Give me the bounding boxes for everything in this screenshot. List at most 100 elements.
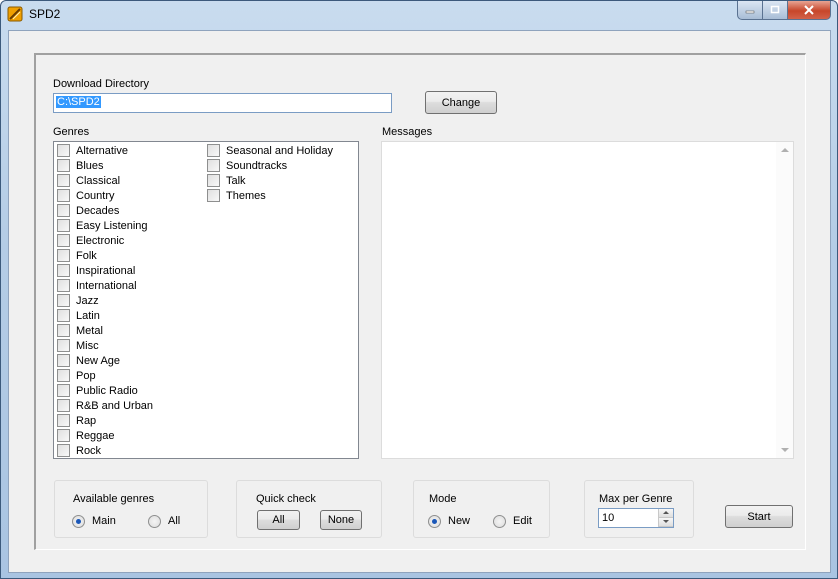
checkbox[interactable]: [57, 339, 70, 352]
checkbox[interactable]: [57, 219, 70, 232]
radio-new[interactable]: [428, 515, 441, 528]
messages-label: Messages: [382, 126, 433, 138]
checkbox[interactable]: [57, 369, 70, 382]
genre-checkbox-item[interactable]: Latin: [57, 308, 100, 323]
start-button[interactable]: Start: [725, 505, 793, 528]
genre-label: R&B and Urban: [76, 399, 154, 412]
genre-checkbox-item[interactable]: Pop: [57, 368, 96, 383]
genre-checkbox-item[interactable]: Talk: [207, 173, 246, 188]
close-button[interactable]: [788, 1, 831, 20]
checkbox[interactable]: [57, 234, 70, 247]
genre-checkbox-item[interactable]: Inspirational: [57, 263, 135, 278]
stepper-up-button[interactable]: [659, 509, 673, 518]
genre-label: Classical: [76, 174, 121, 187]
app-window: SPD2 Download Directory C:\SPD2 Change G…: [0, 0, 838, 579]
checkbox[interactable]: [57, 249, 70, 262]
genre-label: Talk: [226, 174, 246, 187]
checkbox[interactable]: [207, 159, 220, 172]
checkbox[interactable]: [57, 264, 70, 277]
checkbox[interactable]: [57, 294, 70, 307]
mode-label: Mode: [429, 493, 457, 505]
genre-checkbox-item[interactable]: Electronic: [57, 233, 124, 248]
genre-checkbox-item[interactable]: Metal: [57, 323, 103, 338]
title-bar[interactable]: SPD2: [1, 1, 837, 27]
genre-label: Latin: [76, 309, 100, 322]
max-per-genre-label: Max per Genre: [599, 493, 673, 505]
genre-label: Seasonal and Holiday: [226, 144, 334, 157]
radio-all-label: All: [168, 515, 181, 527]
checkbox[interactable]: [57, 399, 70, 412]
checkbox[interactable]: [57, 429, 70, 442]
download-directory-input[interactable]: C:\SPD2: [53, 93, 392, 113]
genre-checkbox-item[interactable]: International: [57, 278, 137, 293]
genre-label: Easy Listening: [76, 219, 148, 232]
genre-checkbox-item[interactable]: New Age: [57, 353, 120, 368]
checkbox[interactable]: [57, 174, 70, 187]
genre-label: Folk: [76, 249, 97, 262]
genre-checkbox-item[interactable]: Blues: [57, 158, 104, 173]
genre-label: Rock: [76, 444, 102, 457]
genre-checkbox-item[interactable]: Themes: [207, 188, 266, 203]
scroll-down-icon[interactable]: [781, 448, 789, 452]
genre-checkbox-item[interactable]: Country: [57, 188, 115, 203]
scroll-up-icon[interactable]: [781, 148, 789, 152]
checkbox[interactable]: [57, 279, 70, 292]
check-none-button[interactable]: None: [320, 510, 362, 530]
genre-checkbox-item[interactable]: Rock: [57, 443, 101, 458]
genre-label: Themes: [226, 189, 266, 202]
genre-checkbox-item[interactable]: Reggae: [57, 428, 115, 443]
messages-scrollbar[interactable]: [776, 142, 793, 458]
quick-check-group: Quick check All None: [236, 480, 382, 538]
checkbox[interactable]: [57, 354, 70, 367]
radio-selected-dot: [432, 519, 437, 524]
stepper-down-button[interactable]: [659, 518, 673, 527]
genre-checkbox-item[interactable]: Alternative: [57, 143, 128, 158]
max-per-genre-stepper[interactable]: 10: [598, 508, 674, 528]
genre-label: Metal: [76, 324, 103, 337]
checkbox[interactable]: [207, 174, 220, 187]
genre-checkbox-item[interactable]: Jazz: [57, 293, 99, 308]
genre-label: Pop: [76, 369, 96, 382]
checkbox[interactable]: [207, 144, 220, 157]
genre-checkbox-item[interactable]: Soundtracks: [207, 158, 287, 173]
main-panel: Download Directory C:\SPD2 Change Genres…: [34, 53, 806, 550]
genre-checkbox-item[interactable]: Rap: [57, 413, 96, 428]
checkbox[interactable]: [57, 189, 70, 202]
radio-main[interactable]: [72, 515, 85, 528]
checkbox[interactable]: [57, 159, 70, 172]
change-button[interactable]: Change: [425, 91, 497, 114]
checkbox[interactable]: [57, 444, 70, 457]
genre-checkbox-item[interactable]: Public Radio: [57, 383, 138, 398]
checkbox[interactable]: [57, 414, 70, 427]
genre-checkbox-item[interactable]: Classical: [57, 173, 120, 188]
messages-box[interactable]: [381, 141, 794, 459]
genre-label: Reggae: [76, 429, 115, 442]
radio-edit-label: Edit: [513, 515, 532, 527]
checkbox[interactable]: [57, 384, 70, 397]
genre-checkbox-item[interactable]: Easy Listening: [57, 218, 148, 233]
genre-checkbox-item[interactable]: Decades: [57, 203, 119, 218]
maximize-icon: [770, 5, 780, 14]
radio-edit[interactable]: [493, 515, 506, 528]
genre-label: Blues: [76, 159, 104, 172]
maximize-button[interactable]: [763, 1, 788, 20]
available-genres-group: Available genres Main All: [54, 480, 208, 538]
available-genres-label: Available genres: [73, 493, 155, 505]
genre-checkbox-item[interactable]: R&B and Urban: [57, 398, 153, 413]
checkbox[interactable]: [207, 189, 220, 202]
genre-label: Soundtracks: [226, 159, 288, 172]
genre-checkbox-item[interactable]: Seasonal and Holiday: [207, 143, 333, 158]
check-all-button[interactable]: All: [257, 510, 300, 530]
genre-checkbox-item[interactable]: Folk: [57, 248, 97, 263]
checkbox[interactable]: [57, 309, 70, 322]
checkbox[interactable]: [57, 144, 70, 157]
radio-all[interactable]: [148, 515, 161, 528]
checkbox[interactable]: [57, 204, 70, 217]
genres-checklist[interactable]: Alternative Blues Classical Country Decades E…: [53, 141, 359, 459]
minimize-button[interactable]: [737, 1, 763, 20]
genre-label: Jazz: [76, 294, 99, 307]
stepper-down-icon: [663, 520, 669, 523]
genre-checkbox-item[interactable]: Misc: [57, 338, 99, 353]
genre-label: Misc: [76, 339, 99, 352]
checkbox[interactable]: [57, 324, 70, 337]
